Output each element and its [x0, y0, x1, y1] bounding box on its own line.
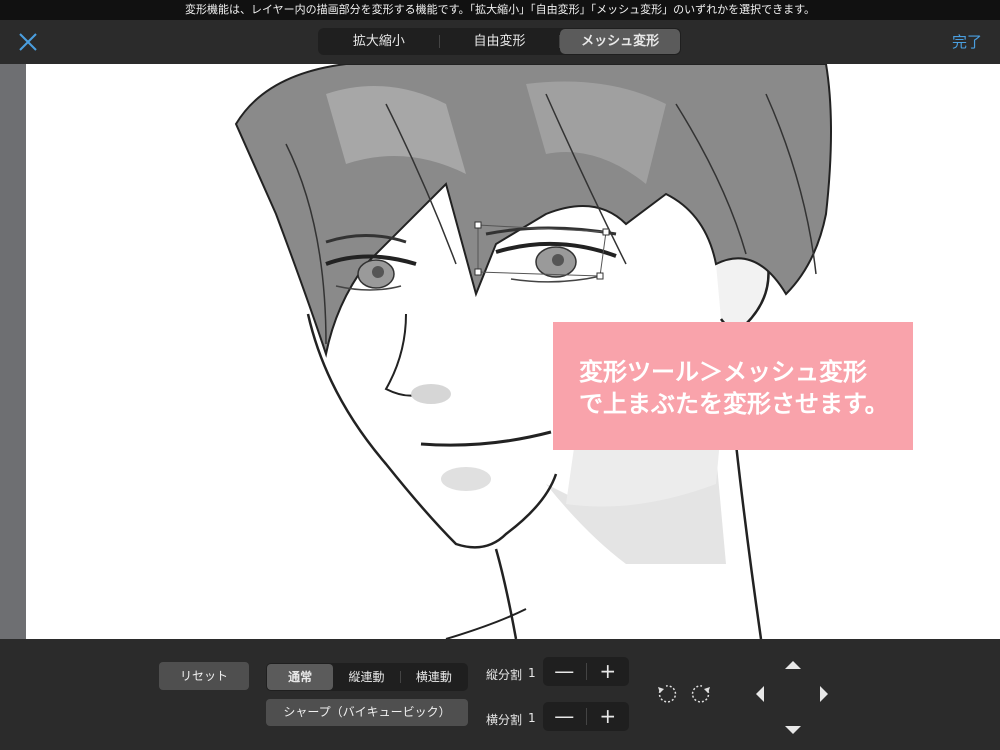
hint-text: 変形機能は、レイヤー内の描画部分を変形する機能です。「拡大縮小」「自由変形」「メ… — [185, 3, 815, 16]
mode-vertical-link[interactable]: 縦連動 — [333, 664, 399, 690]
vertical-division-stepper: — + — [543, 657, 629, 686]
callout-line-1: 変形ツール＞メッシュ変形 — [579, 358, 867, 386]
link-mode-segment: 通常 縦連動 横連動 — [266, 663, 468, 691]
reset-button[interactable]: リセット — [159, 662, 249, 690]
move-down-button[interactable] — [784, 721, 802, 740]
rotate-left-button[interactable] — [655, 683, 677, 705]
rotate-right-button[interactable] — [691, 683, 713, 705]
mouth — [420, 430, 552, 447]
rotate-left-icon — [658, 685, 677, 703]
arrow-down-icon — [785, 726, 801, 734]
arrow-left-icon — [756, 686, 764, 702]
horizontal-division-decrease[interactable]: — — [543, 702, 586, 731]
mode-horizontal-link[interactable]: 横連動 — [401, 664, 467, 690]
interpolation-button[interactable]: シャープ（バイキュービック） — [266, 699, 468, 726]
vertical-division-value: 1 — [528, 666, 536, 680]
move-right-button[interactable] — [818, 685, 830, 707]
horizontal-division-value: 1 — [528, 711, 536, 725]
move-up-button[interactable] — [784, 656, 802, 675]
done-button[interactable]: 完了 — [952, 31, 982, 52]
nose — [384, 313, 422, 397]
callout-line-2: で上まぶたを変形させます。 — [579, 390, 889, 418]
tab-mesh-transform[interactable]: メッシュ変形 — [560, 29, 681, 54]
tab-scale[interactable]: 拡大縮小 — [319, 29, 439, 54]
canvas-area[interactable]: 変形ツール＞メッシュ変形 で上まぶたを変形させます。 — [0, 64, 1000, 639]
horizontal-division-increase[interactable]: + — [587, 702, 630, 731]
face-outline — [306, 313, 558, 549]
horizontal-division-stepper: — + — [543, 702, 629, 731]
jaw-line — [494, 548, 518, 639]
rotate-right-icon — [691, 685, 710, 703]
tab-free-transform[interactable]: 自由変形 — [440, 29, 560, 54]
arrow-up-icon — [785, 661, 801, 669]
vertical-division-decrease[interactable]: — — [543, 657, 586, 686]
vertical-division-label: 縦分割 — [486, 668, 523, 682]
top-toolbar: 拡大縮小 自由変形 メッシュ変形 完了 — [0, 20, 1000, 64]
close-icon — [19, 33, 37, 51]
arrow-right-icon — [820, 686, 828, 702]
hint-bar: 変形機能は、レイヤー内の描画部分を変形する機能です。「拡大縮小」「自由変形」「メ… — [0, 0, 1000, 20]
move-left-button[interactable] — [754, 685, 766, 707]
close-button[interactable] — [14, 28, 42, 56]
instruction-callout: 変形ツール＞メッシュ変形 で上まぶたを変形させます。 — [553, 322, 913, 450]
neck-line — [734, 443, 763, 639]
mode-normal[interactable]: 通常 — [267, 664, 334, 690]
vertical-division-increase[interactable]: + — [587, 657, 630, 686]
horizontal-division-label: 横分割 — [486, 713, 523, 727]
transform-controls-panel: リセット 通常 縦連動 横連動 シャープ（バイキュービック） 縦分割 1 — +… — [0, 639, 1000, 750]
transform-mode-tabs: 拡大縮小 自由変形 メッシュ変形 — [318, 28, 681, 55]
